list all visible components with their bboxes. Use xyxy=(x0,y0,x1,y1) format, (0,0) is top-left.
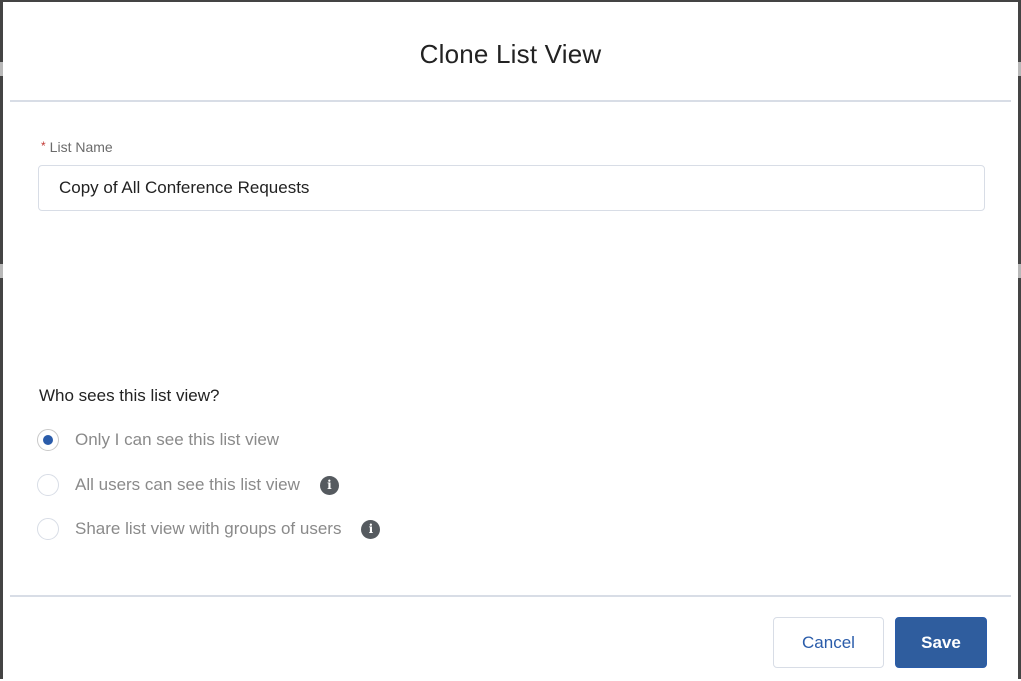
backdrop-edge xyxy=(0,264,3,278)
radio-label: All users can see this list view xyxy=(75,475,300,494)
backdrop-edge xyxy=(0,62,3,76)
radio-label: Only I can see this list view xyxy=(75,430,280,449)
cancel-button[interactable]: Cancel xyxy=(773,617,884,668)
radio-icon[interactable] xyxy=(37,429,59,451)
radio-option-all-users[interactable]: All users can see this list view i xyxy=(37,474,339,496)
save-button[interactable]: Save xyxy=(895,617,987,668)
info-icon[interactable]: i xyxy=(361,519,381,539)
radio-label: Share list view with groups of users xyxy=(75,519,342,538)
radio-option-only-me[interactable]: Only I can see this list view xyxy=(37,429,279,451)
list-name-label: * List Name xyxy=(41,139,113,155)
list-name-input[interactable] xyxy=(38,165,985,211)
radio-option-share-groups[interactable]: Share list view with groups of users i xyxy=(37,518,381,540)
clone-list-view-modal: Clone List View *List Name Who sees this… xyxy=(10,8,1011,681)
list-name-label-text: List Name xyxy=(49,139,113,155)
modal-header: Clone List View xyxy=(10,8,1011,102)
visibility-title: Who sees this list view? xyxy=(39,386,220,405)
required-marker: * xyxy=(41,139,46,153)
radio-icon[interactable] xyxy=(37,518,59,540)
info-icon[interactable]: i xyxy=(319,475,339,495)
modal-footer: Cancel Save xyxy=(10,595,1011,681)
radio-icon[interactable] xyxy=(37,474,59,496)
modal-title: Clone List View xyxy=(419,38,602,69)
